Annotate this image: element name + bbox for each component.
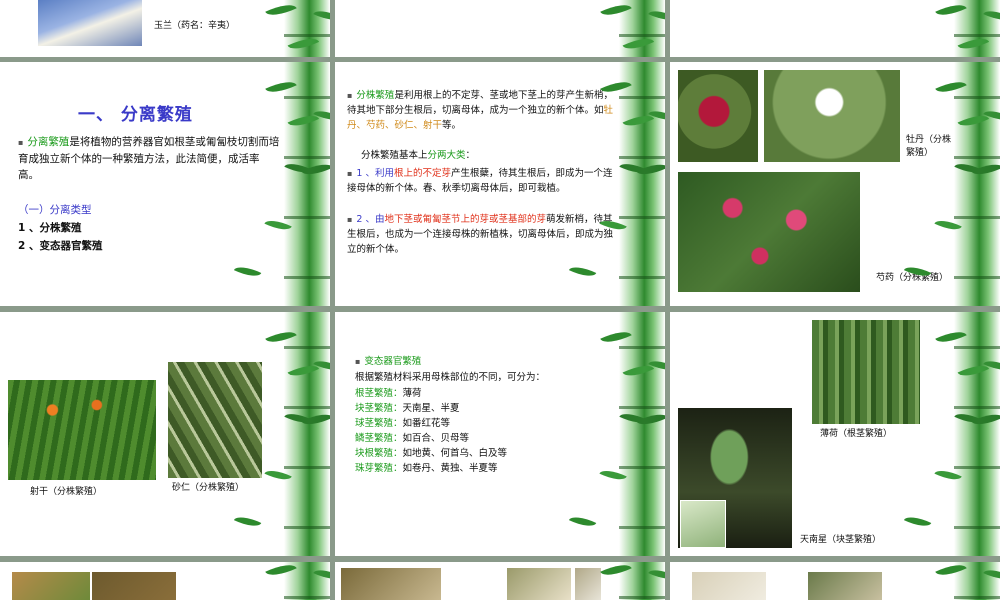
plant-photo	[575, 568, 601, 600]
section-subtitle: （一）分离类型	[18, 204, 92, 216]
plant-photo	[12, 572, 90, 600]
shaoyao-photo	[678, 172, 860, 292]
magnolia-photo	[38, 0, 142, 46]
type-1-paragraph: ▪ 1 、利用根上的不定芽产生根蘖，待其生根后，即成为一个连接母体的新个体。春、秋…	[347, 166, 619, 196]
bullet-icon: ▪	[347, 91, 353, 100]
list-item: 球茎繁殖：如番红花等	[355, 416, 507, 431]
slide-11	[335, 562, 665, 600]
row-term: 根茎繁殖：	[355, 388, 403, 399]
bamboo-decoration	[284, 312, 330, 556]
slide-9[interactable]: 薄荷（根茎繁殖） 天南星（块茎繁殖）	[670, 312, 1000, 556]
sharen-photo	[168, 362, 262, 478]
bamboo-decoration	[954, 312, 1000, 556]
mudan-caption: 牡丹（分株繁殖）	[906, 135, 952, 158]
slide-2	[335, 0, 665, 57]
slide-7[interactable]: 射干（分株繁殖） 砂仁（分株繁殖）	[0, 312, 330, 556]
term-highlight: 分株繁殖	[356, 90, 395, 101]
row-term: 鳞茎繁殖：	[355, 433, 403, 444]
fenzhu-paragraph: ▪ 分株繁殖是利用根上的不定芽、茎或地下茎上的芽产生新梢，待其地下部分生根后，切离…	[347, 88, 619, 133]
bullet-icon: ▪	[347, 215, 353, 224]
plant-photo	[92, 572, 176, 600]
shegan-photo	[8, 380, 156, 480]
lead-text: 分株繁殖基本上	[361, 150, 428, 161]
plant-photo	[808, 572, 882, 600]
type-item-2: 2 、变态器官繁殖	[18, 240, 103, 252]
section-heading: ▪ 变态器官繁殖	[355, 354, 421, 369]
slide-4[interactable]: 一、 分离繁殖 ▪ 分离繁殖是将植物的营养器官如根茎或匍匐枝切割而培育成独立新个体…	[0, 62, 330, 306]
type-list: 根茎繁殖：薄荷 块茎繁殖：天南星、半夏 球茎繁殖：如番红花等 鳞茎繁殖：如百合、…	[355, 386, 507, 476]
peony-red-photo	[678, 70, 758, 162]
bamboo-decoration	[954, 62, 1000, 306]
bamboo-decoration	[284, 62, 330, 306]
term-highlight: 根上的不定芽	[394, 168, 452, 179]
tiannanxing-caption: 天南星（块茎繁殖）	[800, 535, 882, 545]
row-term: 珠芽繁殖：	[355, 463, 403, 474]
lead-end: ：	[465, 150, 476, 161]
intro-paragraph: ▪ 分离繁殖是将植物的营养器官如根茎或匍匐枝切割而培育成独立新个体的一种繁殖方法，…	[18, 134, 280, 183]
list-item: 根茎繁殖：薄荷	[355, 386, 507, 401]
bullet-icon: ▪	[355, 357, 361, 366]
type-2-paragraph: ▪ 2 、由地下茎或匍匐茎节上的芽或茎基部的芽萌发新梢，待其生根后，也成为一个连接…	[347, 212, 619, 257]
bamboo-decoration	[954, 0, 1000, 57]
plant-photo	[692, 572, 766, 600]
row-examples: 薄荷	[402, 388, 422, 399]
bullet-icon: ▪	[18, 138, 24, 147]
list-item: 块根繁殖：如地黄、何首乌、白及等	[355, 446, 507, 461]
number-label: 2 、由	[356, 214, 385, 225]
plant-photo	[341, 568, 441, 600]
bamboo-decoration	[619, 562, 665, 600]
row-examples: 如地黄、何首乌、白及等	[402, 448, 508, 459]
term-highlight: 分两大类	[427, 150, 466, 161]
slide-6[interactable]: 牡丹（分株繁殖） 芍药（分株繁殖）	[670, 62, 1000, 306]
bamboo-decoration	[619, 0, 665, 57]
bullet-icon: ▪	[347, 169, 353, 178]
shegan-caption: 射干（分株繁殖）	[30, 487, 103, 497]
list-item: 珠芽繁殖：如卷丹、黄独、半夏等	[355, 461, 507, 476]
intro-line: 根据繁殖材料采用母株部位的不同，可分为：	[355, 372, 546, 383]
bohe-photo	[812, 320, 920, 424]
shaoyao-caption: 芍药（分株繁殖）	[876, 273, 949, 283]
slide-10	[0, 562, 330, 600]
list-item: 鳞茎繁殖：如百合、贝母等	[355, 431, 507, 446]
magnolia-caption: 玉兰（药名：辛夷）	[154, 21, 236, 31]
bohe-caption: 薄荷（根茎繁殖）	[820, 429, 893, 439]
plant-photo	[507, 568, 571, 600]
tiannanxing-inset-photo	[680, 500, 726, 548]
row-examples: 如卷丹、黄独、半夏等	[402, 463, 498, 474]
two-types-line: 分株繁殖基本上分两大类：	[361, 148, 475, 163]
row-examples: 如番红花等	[402, 418, 451, 429]
slide-1: 玉兰（药名：辛夷）	[0, 0, 330, 57]
slide-5[interactable]: ▪ 分株繁殖是利用根上的不定芽、茎或地下茎上的芽产生新梢，待其地下部分生根后，切离…	[335, 62, 665, 306]
slide-8[interactable]: ▪ 变态器官繁殖 根据繁殖材料采用母株部位的不同，可分为： 根茎繁殖：薄荷 块茎繁…	[335, 312, 665, 556]
row-examples: 天南星、半夏	[402, 403, 460, 414]
number-label: 1 、利用	[356, 168, 394, 179]
bamboo-decoration	[619, 62, 665, 306]
slide-3	[670, 0, 1000, 57]
row-term: 块根繁殖：	[355, 448, 403, 459]
bamboo-decoration	[619, 312, 665, 556]
slide-title: 一、 分离繁殖	[78, 105, 193, 125]
row-examples: 如百合、贝母等	[402, 433, 470, 444]
bamboo-decoration	[284, 562, 330, 600]
list-item: 块茎繁殖：天南星、半夏	[355, 401, 507, 416]
term-highlight: 分离繁殖	[27, 136, 70, 148]
bamboo-decoration	[284, 0, 330, 57]
slide-12	[670, 562, 1000, 600]
bamboo-decoration	[954, 562, 1000, 600]
type-item-1: 1 、分株繁殖	[18, 222, 82, 234]
row-term: 球茎繁殖：	[355, 418, 403, 429]
paragraph-end: 等。	[442, 120, 462, 131]
heading-text: 变态器官繁殖	[364, 356, 422, 367]
row-term: 块茎繁殖：	[355, 403, 403, 414]
term-highlight: 地下茎或匍匐茎节上的芽或茎基部的芽	[384, 214, 547, 225]
peony-white-photo	[764, 70, 900, 162]
sharen-caption: 砂仁（分株繁殖）	[172, 483, 245, 493]
